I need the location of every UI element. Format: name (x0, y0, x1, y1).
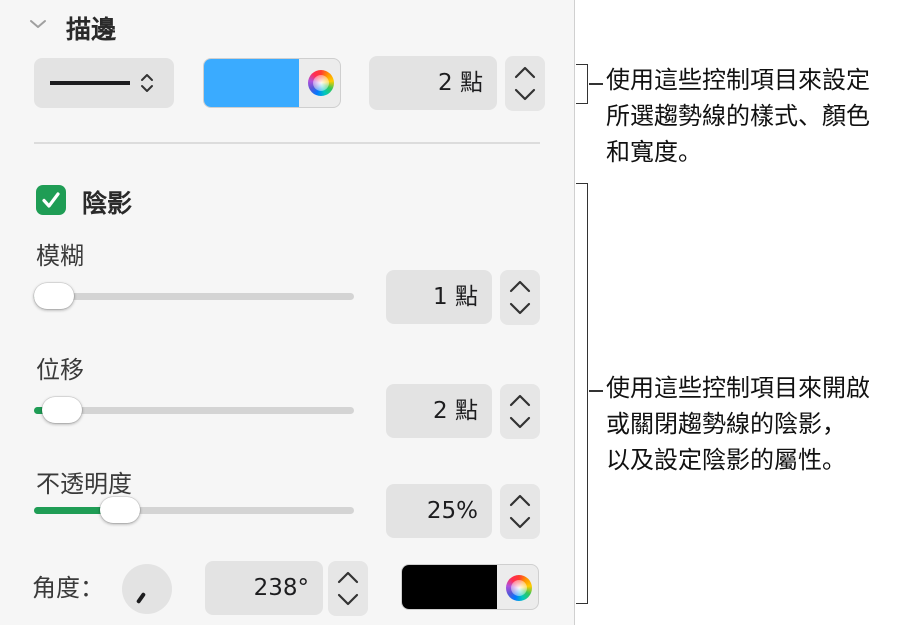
format-sidebar: 描邊 2 點 陰影 模糊 1 點 位移 2 點 不透明度 25% 角度： 238… (0, 0, 575, 625)
shadow-callout-bracket (576, 183, 588, 604)
opacity-slider-knob[interactable] (100, 497, 140, 523)
blur-slider[interactable] (34, 283, 354, 309)
offset-value-field[interactable]: 2 點 (386, 384, 492, 438)
checkmark-icon (42, 192, 60, 208)
offset-label: 位移 (36, 356, 84, 384)
color-wheel-icon[interactable] (506, 575, 532, 601)
shadow-color-well[interactable] (401, 564, 539, 610)
offset-slider-knob[interactable] (42, 397, 83, 423)
stroke-width-stepper[interactable] (505, 56, 545, 111)
stroke-style-popup[interactable] (34, 58, 174, 108)
offset-slider[interactable] (34, 397, 354, 423)
section-divider (34, 142, 540, 144)
angle-stepper[interactable] (328, 561, 368, 616)
stroke-width-field[interactable]: 2 點 (369, 56, 497, 110)
angle-dial-indicator (135, 591, 147, 605)
offset-stepper[interactable] (500, 384, 540, 439)
shadow-callout-line-2: 或關閉趨勢線的陰影， (606, 410, 846, 438)
blur-label: 模糊 (36, 242, 84, 270)
blur-value-field[interactable]: 1 點 (386, 270, 492, 324)
stroke-color-swatch[interactable] (204, 59, 299, 107)
stroke-line-preview (50, 81, 130, 85)
angle-dial[interactable] (122, 564, 172, 614)
stroke-callout: 使用這些控制項目來設定 所選趨勢線的樣式、顏色 和寬度。 (606, 62, 870, 170)
stroke-callout-line-1: 使用這些控制項目來設定 (606, 66, 870, 94)
up-down-chevron-icon (141, 74, 153, 92)
chevron-down-icon[interactable] (28, 16, 48, 37)
blur-stepper[interactable] (500, 270, 540, 325)
shadow-callout: 使用這些控制項目來開啟 或關閉趨勢線的陰影， 以及設定陰影的屬性。 (606, 370, 870, 478)
opacity-slider[interactable] (34, 497, 354, 523)
color-wheel-icon[interactable] (308, 70, 334, 96)
stroke-callout-line-3: 和寬度。 (606, 138, 702, 166)
opacity-value-field[interactable]: 25% (386, 484, 492, 538)
shadow-callout-line-1: 使用這些控制項目來開啟 (606, 374, 870, 402)
stroke-color-well[interactable] (203, 58, 341, 108)
angle-label: 角度： (32, 574, 104, 602)
angle-value-field[interactable]: 238° (205, 561, 323, 615)
shadow-callout-leader (589, 390, 603, 392)
opacity-label: 不透明度 (36, 470, 132, 498)
opacity-stepper[interactable] (500, 484, 540, 539)
blur-slider-knob[interactable] (34, 283, 74, 309)
stroke-callout-line-2: 所選趨勢線的樣式、顏色 (606, 102, 870, 130)
shadow-checkbox[interactable] (36, 185, 66, 215)
shadow-section-title[interactable]: 陰影 (82, 184, 132, 220)
shadow-callout-line-3: 以及設定陰影的屬性。 (606, 446, 846, 474)
stroke-section-title[interactable]: 描邊 (66, 10, 116, 46)
stroke-callout-bracket (576, 64, 588, 104)
shadow-color-swatch[interactable] (402, 565, 497, 609)
stroke-callout-leader (589, 83, 603, 85)
